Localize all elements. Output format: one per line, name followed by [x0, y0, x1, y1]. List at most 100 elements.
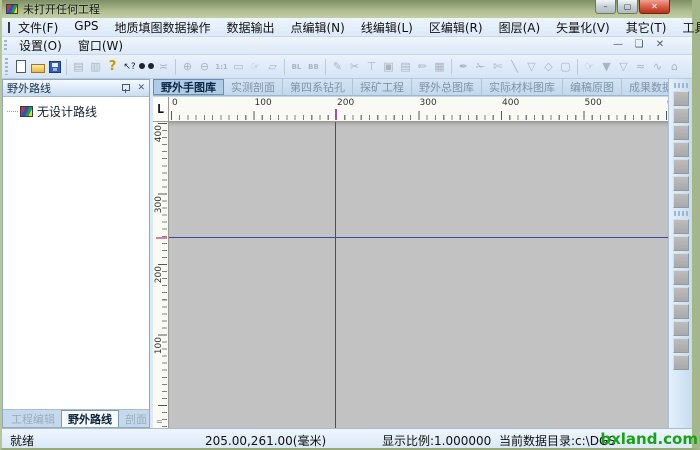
- h-ruler-label: 200: [337, 98, 354, 108]
- right-toolbar-button-1-2[interactable]: [673, 125, 689, 140]
- right-toolbar-button-3-5[interactable]: [673, 304, 689, 319]
- menu-item-row2-1[interactable]: 窗口(W): [70, 36, 131, 55]
- status-data-directory: 当前数据目录:c:\DGS: [499, 432, 616, 449]
- bl-tool-icon[interactable]: BL: [288, 58, 305, 76]
- zoom-in-icon[interactable]: ⊕: [179, 58, 196, 76]
- doc-tab-7[interactable]: 成果数据库: [622, 79, 668, 95]
- link-icon[interactable]: ≍: [155, 58, 172, 76]
- menu-item-6[interactable]: 区编辑(R): [421, 18, 491, 37]
- doc-tab-0[interactable]: 野外手图库: [153, 79, 224, 95]
- right-toolbar-button-1-5[interactable]: [673, 176, 689, 191]
- watermark-text: bxland.com: [600, 430, 698, 448]
- zoom-out-icon[interactable]: ⊖: [196, 58, 213, 76]
- edit-point-icon[interactable]: ✏: [414, 58, 431, 76]
- print-preview-icon[interactable]: ▥: [87, 58, 104, 76]
- doc-tab-6[interactable]: 编稿原图: [563, 79, 622, 95]
- open-folder-icon[interactable]: [29, 58, 46, 76]
- menu-item-row2-0[interactable]: 设置(O): [11, 36, 70, 55]
- right-toolbar-button-1-3[interactable]: [673, 142, 689, 157]
- right-toolbar-button-3-6[interactable]: [673, 321, 689, 336]
- menu-item-5[interactable]: 线编辑(L): [353, 18, 421, 37]
- doc-tab-1[interactable]: 实测剖面: [224, 79, 283, 95]
- right-toolbar-button-3-3[interactable]: [673, 270, 689, 285]
- pencil-icon[interactable]: ✒: [455, 58, 472, 76]
- line-draw-icon[interactable]: ╲: [506, 58, 523, 76]
- new-file-icon[interactable]: [12, 58, 29, 76]
- map-canvas[interactable]: [169, 122, 668, 428]
- trim-icon[interactable]: ✄: [489, 58, 506, 76]
- fit-page-icon[interactable]: ▭: [230, 58, 247, 76]
- menu-item-0[interactable]: 文件(F): [10, 18, 66, 37]
- dock-panel-header[interactable]: 野外路线 ✕: [3, 80, 149, 97]
- edit-region-icon[interactable]: ▦: [431, 58, 448, 76]
- menu-item-10[interactable]: 工具: [674, 18, 700, 37]
- draw-point-icon[interactable]: ✎: [329, 58, 346, 76]
- right-toolbar-button-3-4[interactable]: [673, 287, 689, 302]
- mdi-close-button[interactable]: ✕: [654, 39, 666, 50]
- menu-item-1[interactable]: GPS: [66, 18, 106, 37]
- node-edit-icon[interactable]: ◇: [540, 58, 557, 76]
- move-label-icon[interactable]: ⊤: [363, 58, 380, 76]
- menu-item-8[interactable]: 矢量化(V): [548, 18, 618, 37]
- polygon-icon[interactable]: ▽: [523, 58, 540, 76]
- copy-graph-icon[interactable]: ▣: [380, 58, 397, 76]
- clip-icon[interactable]: ✁: [472, 58, 489, 76]
- print-icon[interactable]: ▤: [70, 58, 87, 76]
- menu-item-2[interactable]: 地质填图数据操作: [106, 18, 218, 37]
- dock-tab-1[interactable]: 野外路线: [61, 410, 119, 427]
- right-toolbar-button-1-1[interactable]: [673, 108, 689, 123]
- bb-tool-icon[interactable]: BB: [305, 58, 322, 76]
- save-icon[interactable]: [46, 58, 63, 76]
- smooth-icon[interactable]: ≈: [632, 58, 649, 76]
- menu-grip-2[interactable]: [4, 40, 7, 52]
- paste-graph-icon[interactable]: ▤: [397, 58, 414, 76]
- ruler-origin-button[interactable]: L: [153, 97, 169, 122]
- toolbar-separator: [175, 59, 176, 75]
- right-toolbar-button-3-7[interactable]: [673, 338, 689, 353]
- stamp-icon[interactable]: ⌂: [666, 58, 683, 76]
- status-display-scale: 显示比例:1.000000: [382, 432, 491, 449]
- right-toolbar-button-3-8[interactable]: [673, 355, 689, 370]
- menu-item-9[interactable]: 其它(T): [618, 18, 675, 37]
- menu-item-7[interactable]: 图层(A): [491, 18, 549, 37]
- right-toolbar-button-1-6[interactable]: [673, 193, 689, 208]
- right-toolbar-button-1-4[interactable]: [673, 159, 689, 174]
- title-bar[interactable]: 未打开任何工程 – ▢ ✕: [2, 0, 692, 18]
- help-icon[interactable]: ?: [104, 58, 121, 76]
- doc-tab-3[interactable]: 探矿工程: [353, 79, 412, 95]
- toolbar-grip[interactable]: [5, 58, 8, 74]
- tree-item-0[interactable]: 无设计路线: [3, 103, 149, 119]
- right-toolbar-button-3-0[interactable]: [673, 219, 689, 234]
- funnel-up-icon[interactable]: ▽: [615, 58, 632, 76]
- curve-icon[interactable]: ∿: [649, 58, 666, 76]
- horizontal-ruler: 0100200300400500600: [169, 97, 668, 122]
- funnel-down-icon[interactable]: ▼: [598, 58, 615, 76]
- right-toolbar-grip[interactable]: [674, 211, 688, 216]
- select-point-icon[interactable]: ☞: [581, 58, 598, 76]
- right-toolbar-button-3-1[interactable]: [673, 236, 689, 251]
- minimize-button[interactable]: –: [595, 0, 616, 14]
- mdi-restore-button[interactable]: ❏: [633, 39, 645, 50]
- menu-item-4[interactable]: 点编辑(N): [282, 18, 352, 37]
- doc-tab-2[interactable]: 第四系钻孔: [283, 79, 353, 95]
- close-panel-icon[interactable]: ✕: [137, 83, 145, 93]
- right-toolbar-button-1-0[interactable]: [673, 91, 689, 106]
- mdi-minimize-button[interactable]: —: [612, 39, 624, 50]
- context-help-icon[interactable]: ↖?: [121, 58, 138, 76]
- close-button[interactable]: ✕: [639, 0, 670, 14]
- redraw-icon[interactable]: ▱: [264, 58, 281, 76]
- pan-hand-icon[interactable]: ☞: [247, 58, 264, 76]
- browse-view-icon[interactable]: [138, 58, 155, 76]
- region-fill-icon[interactable]: ▢: [557, 58, 574, 76]
- menu-item-3[interactable]: 数据输出: [218, 18, 282, 37]
- right-toolbar-grip[interactable]: [674, 83, 688, 88]
- cut-line-icon[interactable]: ✂: [346, 58, 363, 76]
- zoom-1to1-icon[interactable]: 1:1: [213, 58, 230, 76]
- maximize-button[interactable]: ▢: [617, 0, 638, 14]
- dock-tab-2[interactable]: 剖面: [119, 410, 153, 427]
- pin-icon[interactable]: [121, 84, 130, 93]
- dock-tab-0[interactable]: 工程编辑: [5, 410, 61, 427]
- right-toolbar-button-3-2[interactable]: [673, 253, 689, 268]
- doc-tab-5[interactable]: 实际材料图库: [482, 79, 563, 95]
- doc-tab-4[interactable]: 野外总图库: [412, 79, 482, 95]
